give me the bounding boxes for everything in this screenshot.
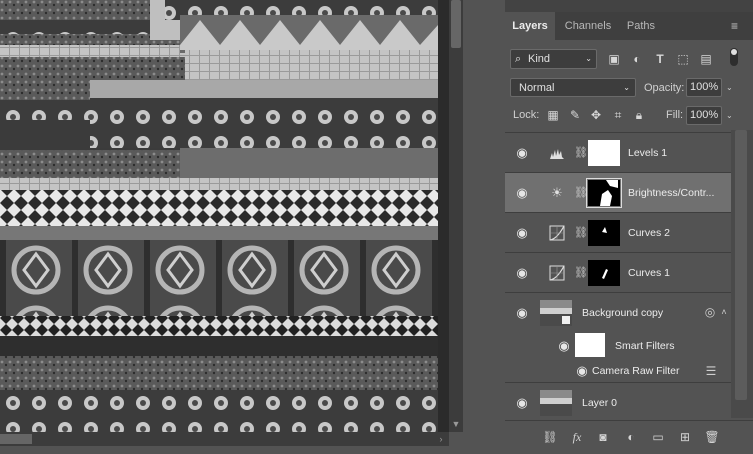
chevron-down-icon: ⌄ [623, 83, 630, 92]
lock-position-icon[interactable]: ✥ [588, 107, 604, 123]
curves-icon [549, 225, 565, 241]
canvas-horizontal-scrollbar[interactable]: › [0, 432, 449, 446]
filter-blending-options-icon[interactable]: ☰ [703, 363, 719, 379]
panel-gutter [463, 0, 505, 453]
layer-name[interactable]: Layer 0 [582, 395, 617, 411]
layers-scrollbar[interactable] [731, 130, 753, 418]
layer-name[interactable]: Levels 1 [628, 145, 667, 161]
fx-icon[interactable]: fx [569, 429, 585, 445]
lock-transparency-icon[interactable]: ▦ [545, 107, 561, 123]
photo-artwork [0, 0, 438, 432]
lock-image-pixels-icon[interactable]: ✎ [567, 107, 583, 123]
chevron-down-icon: ⌄ [585, 54, 592, 63]
curves-icon [549, 265, 565, 281]
canvas-edge [438, 0, 449, 432]
layer-name[interactable]: Brightness/Contr... [628, 185, 714, 201]
filter-kind-label: Kind [528, 53, 551, 65]
fill-input[interactable]: 100% [686, 106, 722, 125]
eye-icon[interactable]: ◉ [515, 396, 529, 410]
new-adjustment-layer-icon[interactable]: ◐ [623, 429, 639, 445]
eye-icon[interactable]: ◉ [515, 306, 529, 320]
lock-artboard-icon[interactable]: ⌗ [610, 107, 626, 123]
pixel-layer-filter-icon[interactable]: ▣ [606, 51, 622, 67]
camera-raw-filter-row[interactable]: ◉ Camera Raw Filter ☰ [505, 360, 731, 382]
smart-filters-label: Smart Filters [615, 340, 675, 352]
fill-label: Fill: [666, 109, 684, 121]
layer-mask-thumbnail[interactable] [586, 178, 622, 208]
lock-all-icon[interactable]: 🔒︎ [631, 107, 647, 123]
filter-name: Camera Raw Filter [592, 365, 680, 377]
blend-mode-select[interactable]: Normal ⌄ [510, 78, 636, 97]
smart-object-filter-icon[interactable]: ▤ [698, 51, 714, 67]
panel-tabs: Layers Channels Paths ≡ [505, 12, 753, 40]
link-icon[interactable]: ⛓ [574, 185, 588, 201]
eye-icon[interactable]: ◉ [575, 364, 589, 378]
canvas-vertical-scrollbar[interactable]: ▼ [449, 0, 463, 432]
blend-mode-value: Normal [519, 82, 555, 94]
filter-kind-select[interactable]: ⌕ Kind ⌄ [510, 49, 597, 69]
scrollbar-thumb[interactable] [0, 434, 32, 444]
layers-panel: Layers Channels Paths ≡ ⌕ Kind ⌄ ▣ ◐ T ⬚… [505, 0, 753, 454]
new-group-icon[interactable]: ▭ [650, 429, 666, 445]
add-mask-icon[interactable]: ◙ [595, 429, 611, 445]
link-icon[interactable]: ⛓ [574, 225, 588, 241]
link-layers-icon[interactable]: ⛓ [542, 429, 558, 445]
layers-list: ◉ ⛓ Levels 1 ◉ ☀ ⛓ Brightness/Contr... ◉… [505, 130, 731, 418]
layer-row-curves-1[interactable]: ◉ ⛓ Curves 1 [505, 252, 731, 292]
layer-row-brightness-contrast[interactable]: ◉ ☀ ⛓ Brightness/Contr... [505, 172, 731, 212]
layer-row-background-copy[interactable]: ◉ Background copy ◎ ˄ [505, 292, 731, 332]
scrollbar-thumb[interactable] [451, 0, 461, 48]
link-icon[interactable]: ⛓ [574, 265, 588, 281]
document-canvas[interactable] [0, 0, 438, 432]
fill-dropdown-icon[interactable]: ⌄ [726, 108, 733, 124]
shape-layer-filter-icon[interactable]: ⬚ [675, 51, 691, 67]
scroll-right-arrow-icon[interactable]: › [435, 433, 447, 445]
new-layer-icon[interactable]: ⊞ [677, 429, 693, 445]
link-icon[interactable]: ⛓ [574, 145, 588, 161]
search-icon: ⌕ [515, 53, 522, 65]
smart-filter-mask-thumbnail[interactable] [575, 333, 605, 357]
chevron-up-icon[interactable]: ˄ [719, 305, 729, 319]
eye-icon[interactable]: ◉ [515, 266, 529, 280]
layer-thumbnail[interactable] [540, 390, 572, 416]
opacity-dropdown-icon[interactable]: ⌄ [726, 80, 733, 96]
toggle-knob [731, 49, 737, 55]
smart-filter-effects-icon[interactable]: ◎ [703, 305, 717, 319]
tab-paths[interactable]: Paths [621, 12, 661, 40]
eye-icon[interactable]: ◉ [557, 339, 571, 353]
adjustment-layer-filter-icon[interactable]: ◐ [629, 51, 645, 67]
lock-label: Lock: [513, 109, 540, 121]
layer-row-levels-1[interactable]: ◉ ⛓ Levels 1 [505, 132, 731, 172]
eye-icon[interactable]: ◉ [515, 226, 529, 240]
panel-menu-icon[interactable]: ≡ [731, 20, 745, 32]
panel-header-strip [505, 0, 753, 12]
type-layer-filter-icon[interactable]: T [652, 51, 668, 67]
layers-panel-footer: ⛓ fx ◙ ◐ ▭ ⊞ 🗑︎ [505, 420, 753, 454]
filter-toggle[interactable] [730, 48, 738, 66]
layer-name[interactable]: Curves 2 [628, 225, 670, 241]
scrollbar-thumb[interactable] [735, 130, 747, 400]
eye-icon[interactable]: ◉ [515, 186, 529, 200]
layer-mask-thumbnail[interactable] [588, 220, 620, 246]
layer-name[interactable]: Curves 1 [628, 265, 670, 281]
eye-icon[interactable]: ◉ [515, 146, 529, 160]
delete-layer-icon[interactable]: 🗑︎ [704, 429, 720, 445]
layer-row-layer-0[interactable]: ◉ Layer 0 [505, 382, 731, 422]
opacity-label: Opacity: [644, 82, 685, 94]
opacity-input[interactable]: 100% [686, 78, 722, 97]
layer-name[interactable]: Background copy [582, 305, 663, 321]
scroll-down-arrow-icon[interactable]: ▼ [450, 418, 462, 430]
brightness-contrast-icon: ☀ [551, 185, 563, 200]
layer-thumbnail[interactable] [540, 300, 572, 326]
layer-mask-thumbnail[interactable] [588, 140, 620, 166]
tab-layers[interactable]: Layers [505, 12, 555, 40]
layer-row-curves-2[interactable]: ◉ ⛓ Curves 2 [505, 212, 731, 252]
smart-filters-row[interactable]: ◉ Smart Filters [505, 332, 731, 360]
layer-mask-thumbnail[interactable] [588, 260, 620, 286]
tab-channels[interactable]: Channels [557, 12, 619, 40]
levels-icon [549, 145, 565, 161]
